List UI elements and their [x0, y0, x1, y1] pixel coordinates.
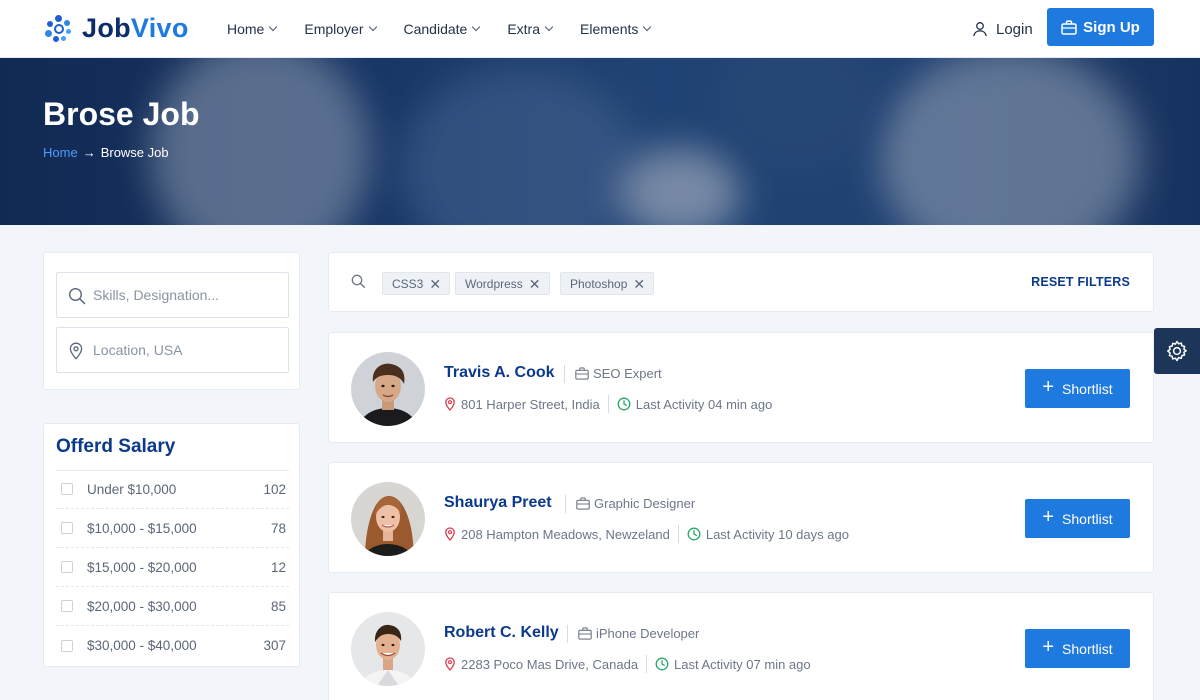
candidate-card: Robert C. Kelly iPhone Developer 2283 Po… — [328, 592, 1154, 700]
location-pin-icon — [445, 397, 455, 411]
signup-button[interactable]: Sign Up — [1047, 8, 1154, 46]
search-card: Skills, Designation... Location, USA — [43, 252, 300, 390]
shortlist-button[interactable]: + Shortlist — [1025, 499, 1130, 538]
location-pin-icon — [445, 657, 455, 671]
candidate-meta: 2283 Poco Mas Drive, Canada Last Activit… — [444, 655, 811, 673]
page-title: Brose Job — [43, 96, 200, 132]
nav-home[interactable]: Home — [227, 21, 278, 37]
salary-filter-card: Offerd Salary Under $10,000 102 $10,000 … — [43, 423, 300, 667]
location-pin-icon — [69, 342, 83, 360]
nav-elements[interactable]: Elements — [580, 21, 652, 37]
clock-icon — [655, 657, 669, 671]
close-icon[interactable]: ✕ — [429, 277, 441, 291]
briefcase-icon — [575, 367, 589, 380]
salary-range-item[interactable]: $20,000 - $30,000 85 — [56, 587, 289, 626]
chevron-down-icon — [643, 22, 652, 32]
range-count: 307 — [263, 638, 286, 653]
candidate-name[interactable]: Travis A. Cook — [444, 364, 555, 382]
nav-candidate[interactable]: Candidate — [404, 21, 481, 37]
arrow-right-icon: → — [82, 145, 96, 160]
gear-icon — [1167, 340, 1187, 362]
range-count: 85 — [270, 598, 286, 614]
brand-name: JobVivo — [82, 12, 189, 43]
search-icon — [68, 287, 86, 305]
close-icon[interactable]: ✕ — [633, 277, 645, 291]
salary-filter-title: Offerd Salary — [56, 436, 176, 457]
chevron-down-icon — [368, 22, 377, 32]
candidate-name[interactable]: Robert C. Kelly — [444, 624, 559, 642]
chevron-down-icon — [269, 22, 278, 32]
salary-range-item[interactable]: $15,000 - $20,000 12 — [56, 548, 289, 587]
close-icon[interactable]: ✕ — [529, 277, 541, 291]
avatar[interactable] — [351, 482, 425, 556]
candidate-role: Graphic Designer — [576, 496, 695, 511]
candidate-card: Travis A. Cook SEO Expert 801 Harper Str… — [328, 332, 1154, 443]
top-navbar: JobVivo Home Employer Candidate Extra El… — [0, 0, 1200, 58]
salary-range-item[interactable]: $10,000 - $15,000 78 — [56, 509, 289, 548]
settings-toggle[interactable] — [1154, 328, 1200, 374]
breadcrumb-home-link[interactable]: Home — [43, 145, 78, 160]
range-count: 78 — [270, 520, 286, 536]
brand-logo[interactable]: JobVivo — [44, 10, 189, 46]
plus-icon: + — [1042, 506, 1055, 528]
shortlist-button[interactable]: + Shortlist — [1025, 369, 1130, 408]
range-count: 102 — [263, 481, 286, 497]
main-nav: Home Employer Candidate Extra Elements — [227, 0, 678, 58]
plus-icon: + — [1042, 636, 1055, 658]
candidate-role: iPhone Developer — [578, 626, 699, 641]
filter-tag-wordpress: Wordpress ✕ — [455, 272, 550, 295]
shortlist-button[interactable]: + Shortlist — [1025, 629, 1130, 668]
checkbox[interactable] — [61, 483, 73, 495]
page-banner: Brose Job Home → Browse Job — [0, 58, 1200, 225]
filter-tag-photoshop: Photoshop ✕ — [560, 272, 655, 295]
breadcrumb: Home → Browse Job — [43, 145, 169, 160]
reset-filters-link[interactable]: RESET FILTERS — [1031, 275, 1130, 289]
briefcase-icon — [578, 627, 592, 640]
checkbox[interactable] — [61, 522, 73, 534]
filter-tag-css3: CSS3 ✕ — [382, 272, 451, 295]
checkbox[interactable] — [61, 561, 73, 573]
location-pin-icon — [445, 527, 455, 541]
login-link[interactable]: Login — [972, 0, 1033, 58]
briefcase-icon — [576, 497, 590, 510]
breadcrumb-current: Browse Job — [100, 145, 169, 160]
nav-extra[interactable]: Extra — [507, 21, 554, 37]
plus-icon: + — [1042, 376, 1055, 398]
candidate-meta: 208 Hampton Meadows, Newzeland Last Acti… — [444, 525, 849, 543]
candidate-card: Shaurya Preet Graphic Designer 208 Hampt… — [328, 462, 1154, 573]
candidate-meta: 801 Harper Street, India Last Activity 0… — [444, 395, 772, 413]
avatar[interactable] — [351, 352, 425, 426]
range-count: 12 — [270, 559, 286, 575]
clock-icon — [687, 527, 701, 541]
avatar[interactable] — [351, 612, 425, 686]
salary-range-item[interactable]: Under $10,000 102 — [56, 470, 289, 509]
active-filters-bar: CSS3 ✕ Wordpress ✕ Photoshop ✕ RESET FILTER… — [328, 252, 1154, 312]
clock-icon — [617, 397, 631, 411]
candidate-name[interactable]: Shaurya Preet — [444, 494, 552, 512]
chevron-down-icon — [544, 22, 554, 32]
location-input[interactable]: Location, USA — [56, 327, 289, 373]
nav-employer[interactable]: Employer — [304, 21, 377, 37]
logo-mark-icon — [44, 13, 74, 43]
briefcase-icon — [1061, 19, 1077, 35]
user-icon — [973, 22, 987, 37]
candidate-role: SEO Expert — [575, 366, 662, 381]
checkbox[interactable] — [61, 639, 73, 652]
checkbox[interactable] — [61, 600, 73, 612]
salary-range-item[interactable]: $30,000 - $40,000 307 — [56, 626, 289, 665]
skills-input[interactable]: Skills, Designation... — [56, 272, 289, 318]
search-icon — [351, 274, 365, 288]
chevron-down-icon — [472, 22, 481, 32]
